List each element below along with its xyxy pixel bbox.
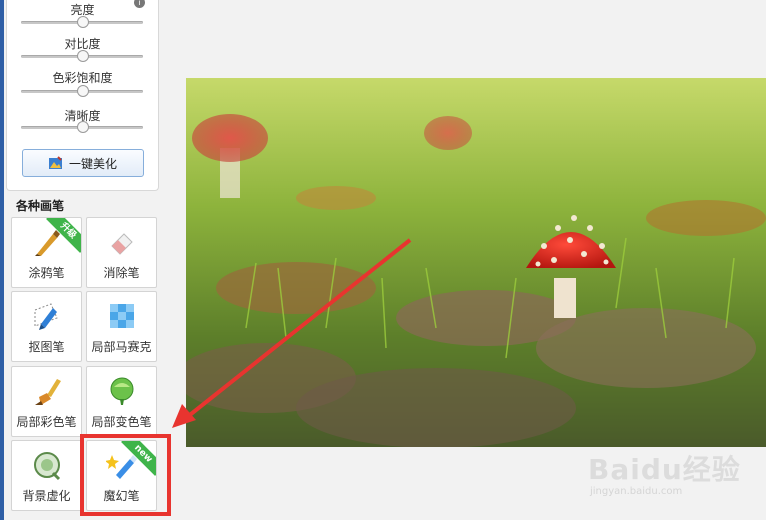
tool-label: 涂鸦笔 [28, 266, 65, 280]
tool-doodle-pen[interactable]: 升级 涂鸦笔 [11, 217, 82, 288]
saturation-label: 色彩饱和度 [52, 71, 113, 85]
contrast-slider-thumb[interactable] [77, 50, 89, 62]
beautify-button-label: 一键美化 [68, 156, 117, 171]
mushroom-photo [186, 78, 766, 447]
brushes-section-title: 各种画笔 [16, 199, 65, 213]
beautify-icon [48, 156, 62, 169]
photo-canvas[interactable] [186, 78, 766, 447]
adjustment-panel: 亮度 i 对比度 色彩饱和度 清晰度 一键美化 [6, 0, 159, 191]
tool-label: 局部变色笔 [91, 415, 152, 429]
window-edge [0, 0, 4, 520]
baidu-watermark-url: jingyan.baidu.com [590, 486, 683, 497]
upgrade-badge: 升级 [45, 218, 81, 254]
tool-label: 消除笔 [103, 266, 140, 280]
eraser-icon [111, 233, 133, 255]
baidu-watermark: Baidu经验 [588, 453, 741, 486]
tool-local-color-pen[interactable]: 局部彩色笔 [11, 366, 82, 437]
highlight-annotation-box [80, 434, 171, 516]
one-click-beautify-button[interactable]: 一键美化 [22, 149, 144, 177]
tool-background-blur[interactable]: 背景虚化 [11, 440, 82, 511]
sharpness-slider-thumb[interactable] [77, 121, 89, 133]
color-brush-icon [35, 379, 61, 405]
color-change-icon [110, 377, 134, 405]
cutout-pen-icon [34, 303, 58, 330]
tool-local-color-change-pen[interactable]: 局部变色笔 [86, 366, 157, 437]
tool-label: 抠图笔 [28, 340, 65, 354]
tool-label: 局部马赛克 [91, 340, 152, 354]
tool-mosaic[interactable]: 局部马赛克 [86, 291, 157, 362]
tool-cutout-pen[interactable]: 抠图笔 [11, 291, 82, 362]
mosaic-icon [110, 304, 134, 328]
tool-label: 背景虚化 [22, 489, 71, 503]
tool-eraser-pen[interactable]: 消除笔 [86, 217, 157, 288]
tool-label: 局部彩色笔 [16, 415, 77, 429]
saturation-slider-thumb[interactable] [77, 85, 89, 97]
blur-lens-icon [34, 452, 61, 481]
brightness-slider-thumb[interactable] [77, 16, 89, 28]
